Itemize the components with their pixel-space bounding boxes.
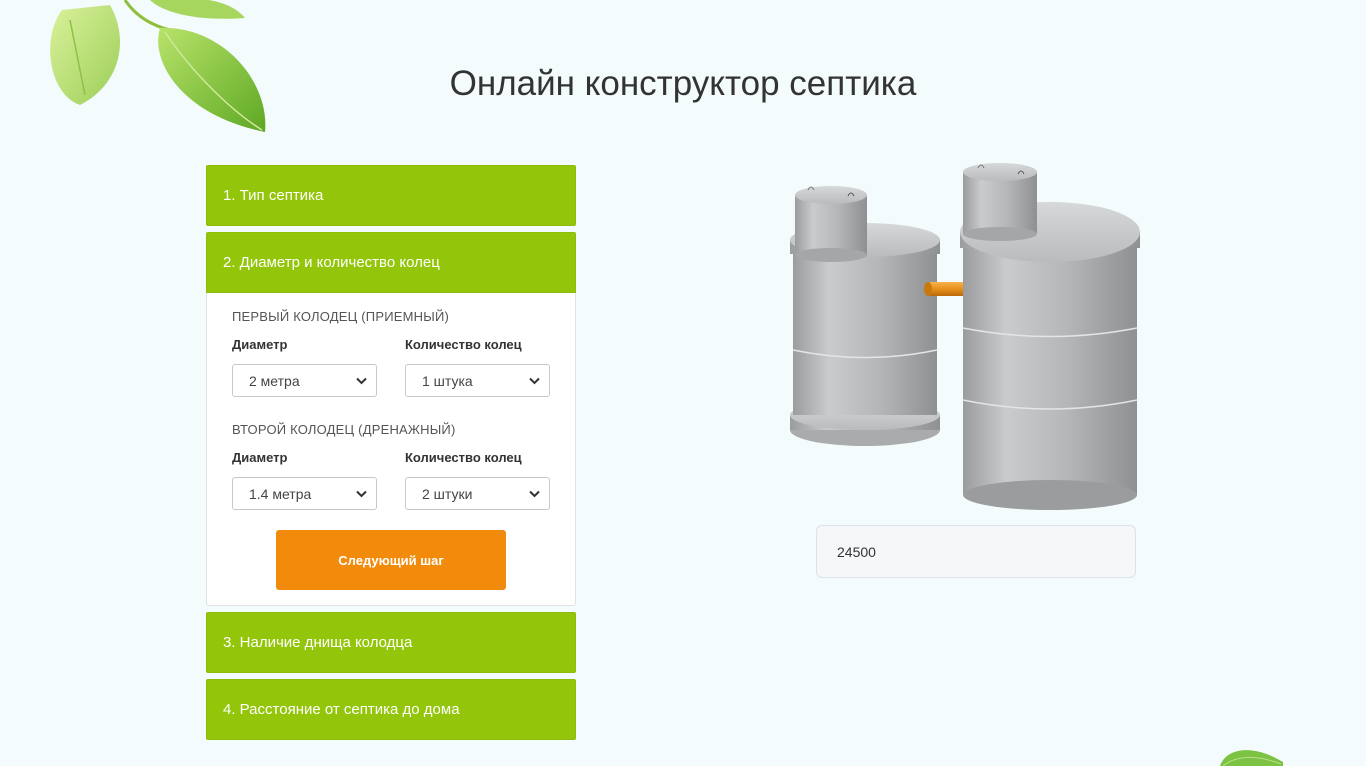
first-diameter-select[interactable]: 2 метра [232, 364, 377, 397]
step-1-label: 1. Тип септика [223, 187, 324, 204]
first-well-title: ПЕРВЫЙ КОЛОДЕЦ (ПРИЕМНЫЙ) [232, 309, 450, 324]
step-4-header[interactable]: 4. Расстояние от септика до дома [206, 679, 576, 740]
step-4: 4. Расстояние от септика до дома [206, 679, 576, 740]
chevron-down-icon [529, 377, 540, 384]
second-well: ВТОРОЙ КОЛОДЕЦ (ДРЕНАЖНЫЙ) Диаметр 1.4 м… [232, 422, 550, 510]
first-well: ПЕРВЫЙ КОЛОДЕЦ (ПРИЕМНЫЙ) Диаметр 2 метр… [232, 309, 550, 397]
second-rings-label: Количество колец [405, 450, 522, 465]
constructor-accordion: 1. Тип септика 2. Диаметр и количество к… [206, 165, 576, 746]
step-3-header[interactable]: 3. Наличие днища колодца [206, 612, 576, 673]
step-1-header[interactable]: 1. Тип септика [206, 165, 576, 226]
second-diameter-value: 1.4 метра [249, 485, 312, 502]
first-rings-select[interactable]: 1 штука [405, 364, 550, 397]
step-1: 1. Тип септика [206, 165, 576, 226]
page-title: Онлайн конструктор септика [449, 64, 917, 103]
first-diameter-label: Диаметр [232, 337, 288, 352]
first-rings-label: Количество колец [405, 337, 522, 352]
leaf-decoration-bottom [1220, 750, 1283, 766]
price-value: 24500 [837, 543, 876, 560]
septic-tank-image [790, 163, 1140, 510]
second-rings-select[interactable]: 2 штуки [405, 477, 550, 510]
second-diameter-label: Диаметр [232, 450, 288, 465]
step-2-header[interactable]: 2. Диаметр и количество колец [206, 232, 576, 293]
first-rings-value: 1 штука [422, 372, 473, 389]
chevron-down-icon [356, 490, 367, 497]
price-field: 24500 [816, 525, 1136, 578]
step-2-body: ПЕРВЫЙ КОЛОДЕЦ (ПРИЕМНЫЙ) Диаметр 2 метр… [206, 293, 576, 606]
step-4-label: 4. Расстояние от септика до дома [223, 701, 460, 718]
step-3: 3. Наличие днища колодца [206, 612, 576, 673]
next-step-button[interactable]: Следующий шаг [276, 530, 506, 590]
first-diameter-value: 2 метра [249, 372, 300, 389]
step-2-label: 2. Диаметр и количество колец [223, 254, 440, 271]
step-2: 2. Диаметр и количество колец ПЕРВЫЙ КОЛ… [206, 232, 576, 606]
chevron-down-icon [529, 490, 540, 497]
second-rings-value: 2 штуки [422, 485, 473, 502]
step-3-label: 3. Наличие днища колодца [223, 634, 413, 651]
second-well-title: ВТОРОЙ КОЛОДЕЦ (ДРЕНАЖНЫЙ) [232, 422, 456, 437]
second-diameter-select[interactable]: 1.4 метра [232, 477, 377, 510]
chevron-down-icon [356, 377, 367, 384]
